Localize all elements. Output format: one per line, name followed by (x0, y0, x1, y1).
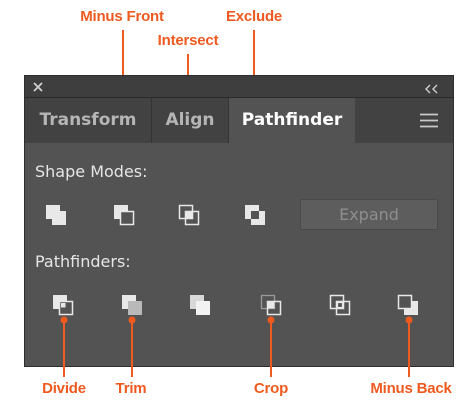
close-icon[interactable] (31, 79, 45, 93)
callout-intersect: Intersect (157, 32, 219, 49)
callout-minus-front: Minus Front (80, 8, 164, 25)
minus-front-button[interactable] (111, 202, 137, 228)
leader-line-trim (131, 320, 133, 377)
collapse-panel-icon[interactable] (423, 80, 441, 94)
unite-button[interactable] (43, 202, 69, 228)
merge-icon (190, 295, 210, 315)
minus-front-icon (114, 205, 135, 226)
divide-button[interactable] (50, 292, 76, 318)
panel-title-bar[interactable] (25, 76, 453, 98)
outline-icon (329, 294, 351, 316)
tab-transform[interactable]: Transform (25, 98, 152, 143)
exclude-button[interactable] (242, 202, 268, 228)
outline-button[interactable] (327, 292, 353, 318)
panel-menu-icon[interactable] (419, 113, 439, 128)
exclude-icon (245, 205, 265, 225)
unite-icon (46, 205, 66, 225)
pathfinder-panel: Transform Align Pathfinder Shape Modes: … (24, 75, 454, 367)
divide-icon (53, 295, 74, 316)
callout-crop: Crop (253, 380, 289, 397)
callout-trim: Trim (115, 380, 147, 397)
callout-minus-back: Minus Back (370, 380, 452, 397)
crop-icon (260, 294, 282, 316)
crop-button[interactable] (258, 292, 284, 318)
callout-exclude: Exclude (225, 8, 283, 25)
pathfinders-label: Pathfinders: (35, 252, 131, 271)
leader-line-crop (270, 320, 272, 377)
merge-button[interactable] (187, 292, 213, 318)
shape-modes-label: Shape Modes: (35, 162, 148, 181)
minus-back-button[interactable] (395, 292, 421, 318)
tab-align[interactable]: Align (152, 98, 229, 143)
leader-line-minus-back (408, 320, 410, 377)
tab-pathfinder[interactable]: Pathfinder (229, 98, 355, 143)
intersect-button[interactable] (176, 202, 202, 228)
callout-divide: Divide (42, 380, 86, 397)
panel-tab-bar: Transform Align Pathfinder (25, 98, 453, 143)
intersect-icon (178, 204, 200, 226)
trim-icon (122, 295, 142, 315)
trim-button[interactable] (119, 292, 145, 318)
expand-button[interactable]: Expand (300, 199, 438, 230)
minus-back-icon (397, 294, 418, 315)
leader-line-divide (63, 320, 65, 377)
